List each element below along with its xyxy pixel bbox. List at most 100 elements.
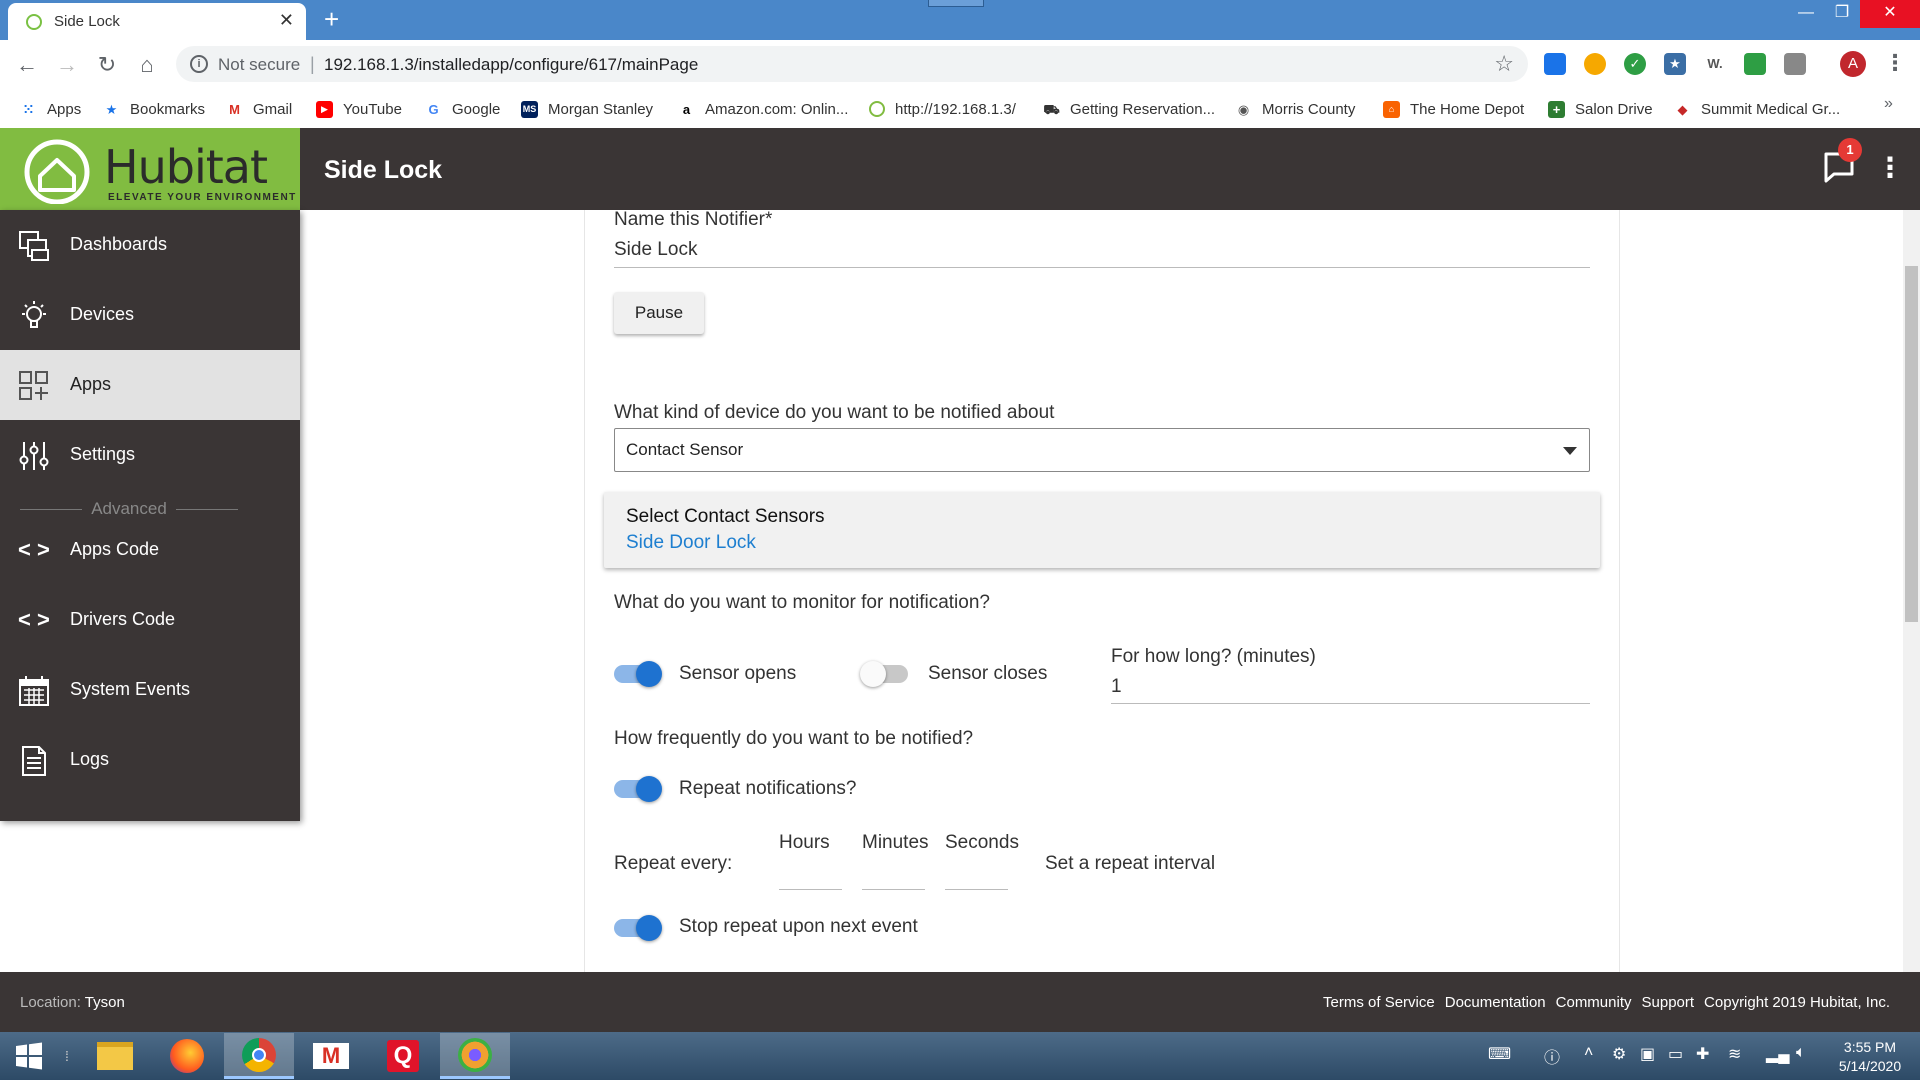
- bookmark-salon-drive[interactable]: + Salon Drive: [1548, 99, 1653, 119]
- seconds-label: Seconds: [945, 832, 1019, 853]
- sidebar-item-label: Drivers Code: [70, 609, 176, 629]
- toggle-knob: [636, 661, 662, 687]
- terms-link[interactable]: Terms of Service: [1323, 994, 1435, 1011]
- keyboard-icon[interactable]: ⌨: [1488, 1044, 1511, 1064]
- new-tab-button[interactable]: +: [324, 6, 339, 32]
- app-footer: Location: Tyson Terms of Service Documen…: [0, 972, 1920, 1032]
- sidebar-item-logs[interactable]: Logs: [0, 725, 300, 795]
- sidebar-item-apps-code[interactable]: < > Apps Code: [0, 515, 300, 585]
- tray-gift-icon[interactable]: ✚: [1696, 1044, 1709, 1064]
- bookmark-gmail[interactable]: M Gmail: [226, 99, 292, 119]
- gmail-taskbar-icon[interactable]: M: [296, 1033, 366, 1079]
- windows-start-icon[interactable]: [0, 1033, 58, 1079]
- taskbar-clock[interactable]: 3:55 PM 5/14/2020: [1830, 1038, 1910, 1076]
- bookmark-google[interactable]: G Google: [425, 99, 500, 119]
- profile-avatar[interactable]: A: [1840, 51, 1866, 77]
- network-signal-icon[interactable]: ▂▄: [1766, 1044, 1790, 1064]
- code-icon: < >: [18, 537, 50, 562]
- bookmark-bookmarks[interactable]: ★ Bookmarks: [103, 99, 205, 119]
- bookmarks-more-button[interactable]: »: [1884, 95, 1893, 113]
- chrome-taskbar-icon[interactable]: [224, 1033, 294, 1079]
- task-view-grip-icon[interactable]: ⁞: [60, 1033, 74, 1079]
- address-bar[interactable]: i Not secure | 192.168.1.3/installedapp/…: [176, 46, 1528, 82]
- bookmark-summit-medical[interactable]: ◆ Summit Medical Gr...: [1674, 99, 1841, 119]
- url-text[interactable]: 192.168.1.3/installedapp/configure/617/m…: [324, 55, 698, 75]
- settings-app-icon[interactable]: [440, 1033, 510, 1079]
- stop-repeat-label: Stop repeat upon next event: [679, 916, 918, 937]
- bookmark-reservation[interactable]: ⛟ Getting Reservation...: [1043, 99, 1215, 119]
- window-minimize-button[interactable]: —: [1786, 0, 1826, 28]
- pause-button[interactable]: Pause: [614, 292, 704, 334]
- app-menu-kebab-icon[interactable]: ⋮: [1876, 150, 1904, 186]
- star-icon: ★: [105, 101, 118, 117]
- chrome-menu-icon[interactable]: ⋮: [1884, 50, 1906, 76]
- extension-w-icon[interactable]: W.: [1704, 53, 1726, 75]
- name-notifier-input[interactable]: Side Lock: [614, 239, 697, 261]
- scrollbar-thumb[interactable]: [1905, 266, 1918, 622]
- google-icon: G: [428, 101, 439, 117]
- hubitat-logo[interactable]: Hubitat ELEVATE YOUR ENVIRONMENT: [0, 128, 300, 210]
- app-header: Hubitat ELEVATE YOUR ENVIRONMENT Side Lo…: [0, 128, 1920, 210]
- file-explorer-icon[interactable]: [80, 1033, 150, 1079]
- forward-arrow-icon[interactable]: →: [52, 50, 82, 80]
- extension-star-icon[interactable]: ★: [1664, 53, 1686, 75]
- back-arrow-icon[interactable]: ←: [12, 50, 42, 80]
- minutes-input[interactable]: [862, 889, 925, 890]
- hours-input[interactable]: [779, 889, 842, 890]
- site-info-icon[interactable]: i: [190, 55, 208, 73]
- bookmark-morris-county[interactable]: ◉ Morris County: [1235, 99, 1356, 119]
- community-link[interactable]: Community: [1556, 994, 1632, 1011]
- bookmark-apps[interactable]: ⁙ Apps: [20, 99, 81, 119]
- duration-input-underline: [1111, 703, 1590, 704]
- bookmark-home-depot[interactable]: ⌂ The Home Depot: [1383, 99, 1524, 119]
- reload-icon[interactable]: ↻: [92, 50, 122, 80]
- bookmark-youtube[interactable]: ▶ YouTube: [316, 99, 402, 119]
- bookmark-morgan-stanley[interactable]: MS Morgan Stanley: [521, 99, 653, 119]
- window-maximize-button[interactable]: ❐: [1822, 0, 1862, 28]
- extension-honey-icon[interactable]: [1584, 53, 1606, 75]
- sidebar-item-system-events[interactable]: System Events: [0, 655, 300, 725]
- help-icon[interactable]: ⓘ: [1544, 1044, 1560, 1068]
- volume-icon[interactable]: 🔈︎: [1796, 1044, 1806, 1062]
- tray-gear-icon[interactable]: ⚙: [1612, 1044, 1626, 1064]
- sensor-opens-toggle[interactable]: [614, 661, 662, 687]
- bookmark-star-icon[interactable]: ☆: [1494, 51, 1514, 77]
- sidebar-item-drivers-code[interactable]: < > Drivers Code: [0, 585, 300, 655]
- quicken-icon[interactable]: Q: [368, 1033, 438, 1079]
- firefox-icon[interactable]: [152, 1033, 222, 1079]
- support-link[interactable]: Support: [1642, 994, 1695, 1011]
- sidebar-item-dashboards[interactable]: Dashboards: [0, 210, 300, 280]
- dashboards-icon: [19, 231, 49, 261]
- bookmark-label: Salon Drive: [1575, 100, 1653, 118]
- sensor-closes-toggle[interactable]: [860, 661, 908, 687]
- sidebar-item-settings[interactable]: Settings: [0, 420, 300, 490]
- extension-calendar-icon[interactable]: [1544, 53, 1566, 75]
- window-close-button[interactable]: ✕: [1860, 0, 1920, 28]
- sidebar-item-apps[interactable]: Apps: [0, 350, 300, 420]
- extension-cast-icon[interactable]: [1784, 53, 1806, 75]
- documentation-link[interactable]: Documentation: [1445, 994, 1546, 1011]
- home-icon[interactable]: ⌂: [132, 50, 162, 80]
- select-contact-sensors-card[interactable]: Select Contact Sensors Side Door Lock: [604, 492, 1600, 568]
- stop-repeat-toggle[interactable]: [614, 915, 662, 941]
- gmail-icon: M: [229, 101, 240, 117]
- device-kind-select[interactable]: Contact Sensor: [614, 428, 1590, 472]
- bookmark-label: Summit Medical Gr...: [1701, 100, 1841, 118]
- extension-screen-icon[interactable]: [1744, 53, 1766, 75]
- sidebar-item-devices[interactable]: Devices: [0, 280, 300, 350]
- bookmark-hubitat[interactable]: http://192.168.1.3/: [869, 99, 1016, 119]
- show-hidden-icons-icon[interactable]: ˄: [1584, 1044, 1593, 1062]
- extension-check-icon[interactable]: ✓: [1624, 53, 1646, 75]
- tray-display-icon[interactable]: ▭: [1668, 1044, 1683, 1064]
- tray-wifi-icon[interactable]: ≋: [1728, 1044, 1741, 1064]
- bookmark-label: Getting Reservation...: [1070, 100, 1216, 118]
- tab-close-icon[interactable]: ✕: [279, 10, 294, 31]
- tray-monitor-icon[interactable]: ▣: [1640, 1044, 1655, 1064]
- browser-tab-active[interactable]: Side Lock ✕: [8, 3, 306, 40]
- bookmark-amazon[interactable]: a Amazon.com: Onlin...: [678, 99, 849, 119]
- diamond-icon: ◆: [1677, 101, 1688, 117]
- seconds-input[interactable]: [945, 889, 1008, 890]
- repeat-notifications-toggle[interactable]: [614, 776, 662, 802]
- duration-input[interactable]: 1: [1111, 676, 1122, 698]
- selected-sensor-link[interactable]: Side Door Lock: [626, 532, 756, 554]
